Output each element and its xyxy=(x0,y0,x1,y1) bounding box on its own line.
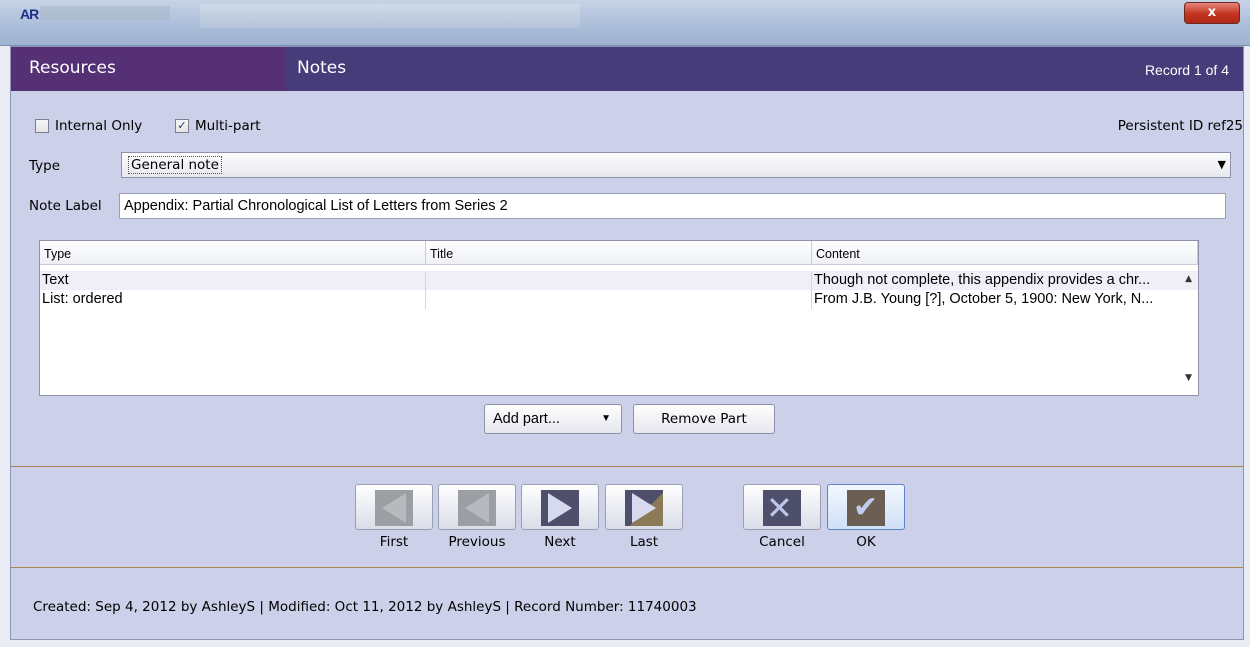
column-header-type[interactable]: Type xyxy=(40,241,426,264)
add-part-label: Add part... xyxy=(493,411,560,427)
section-title: Resources xyxy=(29,58,116,78)
type-select-value: General note xyxy=(128,156,222,174)
multi-part-checkbox[interactable]: ✓ Multi-part xyxy=(175,117,261,135)
status-bar: Created: Sep 4, 2012 by AshleyS | Modifi… xyxy=(33,599,697,615)
cell-type: List: ordered xyxy=(40,290,426,309)
cell-content: From J.B. Young [?], October 5, 1900: Ne… xyxy=(814,291,1154,307)
close-icon: x xyxy=(1207,5,1217,20)
dropdown-arrow-icon[interactable]: ▼ xyxy=(1218,153,1226,177)
column-header-title[interactable]: Title xyxy=(426,241,812,264)
last-button[interactable]: Last xyxy=(604,484,684,550)
previous-label: Previous xyxy=(448,534,506,550)
last-label: Last xyxy=(629,534,659,550)
checkbox-icon[interactable]: ✓ xyxy=(175,119,189,133)
next-label: Next xyxy=(544,534,576,550)
table-row[interactable]: Text Though not complete, this appendix … xyxy=(40,271,1198,290)
divider xyxy=(11,466,1243,467)
type-label: Type xyxy=(29,158,61,174)
cell-type: Text xyxy=(40,271,426,290)
cancel-button[interactable]: ✕ Cancel xyxy=(742,484,822,550)
previous-button[interactable]: Previous xyxy=(437,484,517,550)
background-window-title xyxy=(40,6,170,20)
remove-part-button[interactable]: Remove Part xyxy=(633,404,775,434)
ok-button[interactable]: ✔ OK xyxy=(826,484,906,550)
column-header-content[interactable]: Content xyxy=(812,241,1198,264)
first-label: First xyxy=(379,534,409,550)
divider xyxy=(11,567,1243,568)
notes-dialog: Resources Notes Record 1 of 4 Internal O… xyxy=(10,46,1244,640)
next-button[interactable]: Next xyxy=(520,484,600,550)
scroll-down-icon[interactable]: ▼ xyxy=(1185,373,1192,383)
close-button[interactable]: x xyxy=(1184,2,1240,24)
last-record-icon[interactable] xyxy=(605,484,683,530)
window-titlebar: AR x xyxy=(0,0,1250,46)
cell-title xyxy=(426,271,812,290)
cell-content: Though not complete, this appendix provi… xyxy=(814,272,1151,288)
table-row[interactable]: List: ordered From J.B. Young [?], Octob… xyxy=(40,290,1198,309)
parts-table: Type Title Content Text Though not compl… xyxy=(39,240,1199,396)
dropdown-arrow-icon: ▼ xyxy=(601,413,611,424)
ok-icon[interactable]: ✔ xyxy=(827,484,905,530)
note-label-label: Note Label xyxy=(29,198,102,214)
app-logo: AR xyxy=(20,6,39,22)
checkbox-icon[interactable] xyxy=(35,119,49,133)
page-title: Notes xyxy=(297,58,347,78)
internal-only-label: Internal Only xyxy=(55,118,143,134)
first-button[interactable]: First xyxy=(354,484,434,550)
cancel-label: Cancel xyxy=(759,534,805,550)
dialog-header: Resources Notes Record 1 of 4 xyxy=(11,47,1243,91)
next-record-icon[interactable] xyxy=(521,484,599,530)
table-header: Type Title Content xyxy=(40,241,1198,265)
ok-label: OK xyxy=(856,534,876,550)
cell-title xyxy=(426,290,812,309)
first-record-icon[interactable] xyxy=(355,484,433,530)
resources-section: Resources xyxy=(11,47,285,91)
note-label-input[interactable]: Appendix: Partial Chronological List of … xyxy=(119,193,1226,219)
add-part-dropdown[interactable]: Add part... ▼ xyxy=(484,404,622,434)
internal-only-checkbox[interactable]: Internal Only xyxy=(35,117,142,135)
persistent-id: Persistent ID ref25 xyxy=(1117,118,1243,134)
scroll-up-icon[interactable]: ▲ xyxy=(1185,274,1192,284)
type-select[interactable]: General note ▼ xyxy=(121,152,1231,178)
multi-part-label: Multi-part xyxy=(195,118,261,134)
previous-record-icon[interactable] xyxy=(438,484,516,530)
record-counter: Record 1 of 4 xyxy=(1144,62,1229,78)
cancel-icon[interactable]: ✕ xyxy=(743,484,821,530)
background-window-tabs xyxy=(200,4,580,28)
